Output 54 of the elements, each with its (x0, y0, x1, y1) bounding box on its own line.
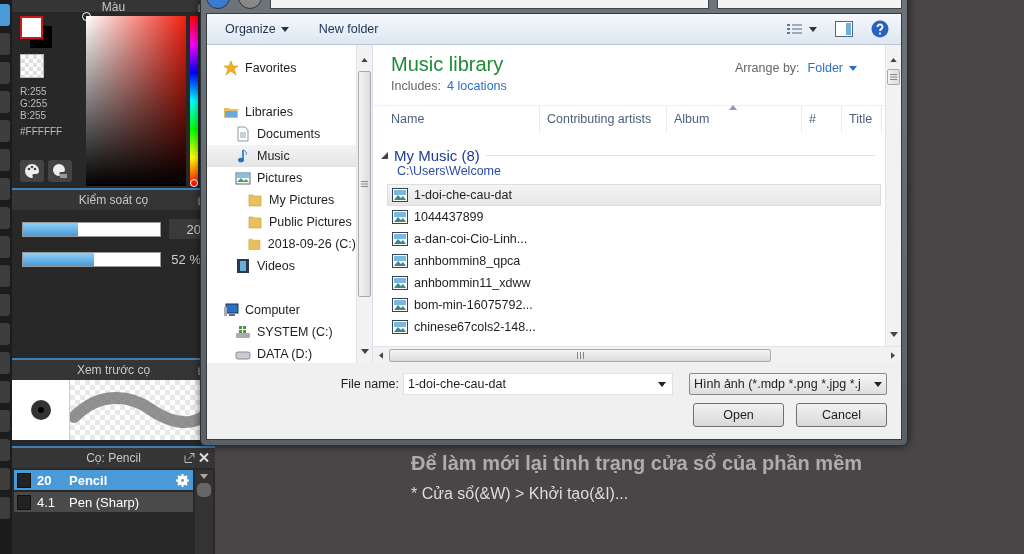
file-item[interactable]: 1-doi-che-cau-dat (387, 184, 881, 206)
locations-link[interactable]: 4 locations (447, 79, 507, 93)
organize-menu[interactable]: Organize (225, 20, 289, 38)
panel-title: Kiểm soát cọ (78, 193, 149, 207)
nav-item[interactable]: Documents (207, 123, 356, 145)
nav-item[interactable]: Pictures (207, 167, 356, 189)
brush-name: Pencil (69, 472, 109, 488)
panel-title: Xem trước cọ (76, 363, 151, 377)
brush-size: 20 (37, 472, 53, 488)
nav-item[interactable]: Videos (207, 255, 356, 277)
nav-item[interactable]: DATA (D:) (207, 343, 356, 363)
nav-item[interactable]: My Pictures (207, 189, 356, 211)
nav-item[interactable]: Favorites (207, 57, 356, 79)
instruction-text: * Cửa sổ(&W) > Khởi tạo(&I)... (411, 485, 630, 503)
includes-label: Includes: (391, 79, 442, 93)
new-folder-button[interactable]: New folder (318, 20, 379, 38)
value-field[interactable]: 20 (169, 219, 203, 239)
nav-item[interactable]: 2018-09-26 (C:) (207, 233, 356, 255)
column-header[interactable]: Title (842, 106, 882, 132)
column-header[interactable]: Contributing artists (540, 106, 667, 132)
file-item[interactable]: anhbommin11_xdww (387, 272, 881, 294)
file-item[interactable]: a-dan-coi-Cio-Linh... (387, 228, 881, 250)
nav-item[interactable]: Public Pictures (207, 211, 356, 233)
column-header[interactable]: # (802, 106, 842, 132)
file-name-field[interactable]: 1-doi-che-cau-dat (403, 373, 673, 395)
file-item[interactable]: 1044437899 (387, 206, 881, 228)
file-name-label: File name: (340, 377, 399, 391)
panel-title: Màu (101, 0, 126, 14)
arrange-label: Arrange by: (734, 61, 800, 75)
arrange-dropdown[interactable]: Folder (807, 61, 857, 75)
heading: Để làm mới lại tình trạng cửa sổ của phần mềm (411, 452, 864, 475)
open-button[interactable]: Open (693, 403, 784, 427)
library-title: Music library (391, 53, 505, 76)
nav-item[interactable]: Computer (207, 299, 356, 321)
column-header[interactable]: Album (667, 106, 802, 132)
rgb-value: B:255 (20, 110, 48, 122)
group-title: My Music (8) (394, 146, 480, 164)
nav-item[interactable]: SYSTEM (C:) (207, 321, 356, 343)
hex-value: #FFFFFF (20, 126, 64, 137)
brush-size: 4.1 (37, 494, 57, 510)
panel-title: Cọ: Pencil (86, 451, 141, 465)
rgb-value: R:255 (20, 86, 48, 98)
file-item[interactable]: chinese67cols2-148... (387, 316, 881, 338)
cancel-button[interactable]: Cancel (796, 403, 887, 427)
file-type-dropdown[interactable]: Hình ảnh (*.mdp *.png *.jpg *.j (689, 373, 887, 395)
nav-item[interactable]: Music (207, 145, 356, 167)
nav-item[interactable]: Libraries (207, 101, 356, 123)
column-header[interactable]: Name (391, 106, 540, 132)
file-item[interactable]: anhbommin8_qpca (387, 250, 881, 272)
file-item[interactable]: bom-min-16075792... (387, 294, 881, 316)
group-path: C:\Users\Welcome (397, 164, 502, 178)
brush-name: Pen (Sharp) (69, 494, 141, 510)
rgb-value: G:255 (20, 98, 49, 110)
brush-item[interactable]: 4.1 Pen (Sharp) (14, 492, 193, 512)
